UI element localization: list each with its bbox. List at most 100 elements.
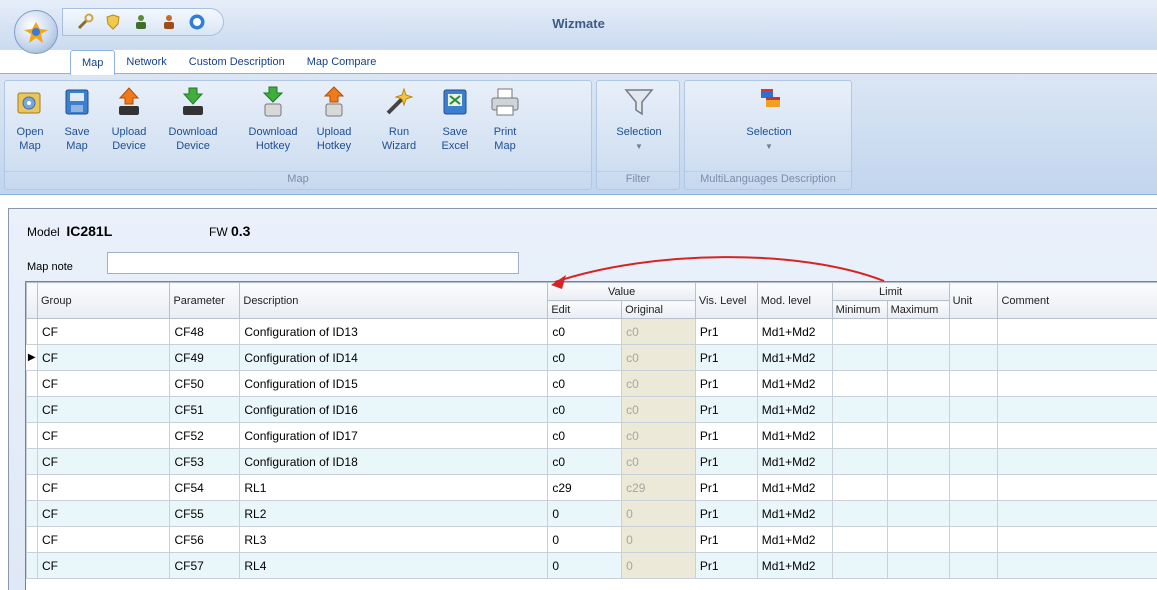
cell-maximum[interactable]: [886, 448, 950, 475]
cell-description[interactable]: Configuration of ID17: [239, 422, 549, 449]
cell-group[interactable]: CF: [36, 396, 171, 423]
cell-comment[interactable]: [997, 448, 1157, 475]
row-selected-marker[interactable]: ▶: [26, 344, 38, 371]
download-device-button[interactable]: Download Device: [161, 85, 225, 165]
cell-edit[interactable]: 0: [547, 500, 623, 527]
table-row[interactable]: CF CF51 Configuration of ID16 c0 c0 Pr1 Md1+Md…: [26, 396, 1157, 423]
cell-minimum[interactable]: [831, 552, 888, 579]
cell-comment[interactable]: [997, 370, 1157, 397]
cell-parameter[interactable]: CF56: [169, 526, 241, 553]
cell-mod-level[interactable]: Md1+Md2: [756, 526, 833, 553]
cell-edit[interactable]: c0: [547, 344, 623, 371]
row-indicator[interactable]: [26, 526, 38, 553]
tab-map-compare[interactable]: Map Compare: [296, 50, 388, 74]
cell-mod-level[interactable]: Md1+Md2: [756, 422, 833, 449]
cell-unit[interactable]: [948, 318, 999, 345]
cell-edit[interactable]: 0: [547, 526, 623, 553]
cell-description[interactable]: Configuration of ID13: [239, 318, 549, 345]
cell-maximum[interactable]: [886, 474, 950, 501]
open-map-button[interactable]: Open Map: [9, 85, 51, 165]
cell-description[interactable]: Configuration of ID14: [239, 344, 549, 371]
column-header-comment[interactable]: Comment: [997, 282, 1157, 319]
column-header-original[interactable]: Original: [621, 300, 696, 319]
cell-minimum[interactable]: [831, 526, 888, 553]
row-indicator[interactable]: [26, 552, 38, 579]
download-hotkey-button[interactable]: Download Hotkey: [241, 85, 305, 165]
tab-custom-description[interactable]: Custom Description: [178, 50, 296, 74]
cell-vis-level[interactable]: Pr1: [694, 474, 758, 501]
table-row[interactable]: CF CF56 RL3 0 0 Pr1 Md1+Md2: [26, 526, 1157, 553]
cell-mod-level[interactable]: Md1+Md2: [756, 474, 833, 501]
cell-group[interactable]: CF: [36, 370, 171, 397]
column-header-parameter[interactable]: Parameter: [169, 282, 241, 319]
cell-comment[interactable]: [997, 552, 1157, 579]
cell-edit[interactable]: c0: [547, 318, 623, 345]
cell-group[interactable]: CF: [36, 344, 171, 371]
cell-description[interactable]: Configuration of ID16: [239, 396, 549, 423]
cell-comment[interactable]: [997, 318, 1157, 345]
cell-description[interactable]: RL1: [239, 474, 549, 501]
cell-unit[interactable]: [948, 448, 999, 475]
run-wizard-button[interactable]: Run Wizard: [373, 85, 425, 165]
cell-description[interactable]: RL2: [239, 500, 549, 527]
cell-maximum[interactable]: [886, 526, 950, 553]
cell-unit[interactable]: [948, 422, 999, 449]
cell-parameter[interactable]: CF51: [169, 396, 241, 423]
table-row[interactable]: CF CF54 RL1 c29 c29 Pr1 Md1+Md2: [26, 474, 1157, 501]
map-note-input[interactable]: [107, 252, 519, 274]
cell-group[interactable]: CF: [36, 526, 171, 553]
cell-minimum[interactable]: [831, 422, 888, 449]
cell-unit[interactable]: [948, 526, 999, 553]
row-indicator[interactable]: [26, 370, 38, 397]
column-header-group[interactable]: Group: [36, 282, 171, 319]
cell-description[interactable]: RL3: [239, 526, 549, 553]
cell-maximum[interactable]: [886, 344, 950, 371]
cell-comment[interactable]: [997, 422, 1157, 449]
column-header-vis-level[interactable]: Vis. Level: [694, 282, 758, 319]
cell-mod-level[interactable]: Md1+Md2: [756, 552, 833, 579]
application-menu-button[interactable]: [14, 10, 58, 54]
cell-vis-level[interactable]: Pr1: [694, 422, 758, 449]
cell-vis-level[interactable]: Pr1: [694, 500, 758, 527]
upload-device-button[interactable]: Upload Device: [103, 85, 155, 165]
cell-mod-level[interactable]: Md1+Md2: [756, 370, 833, 397]
cell-group[interactable]: CF: [36, 500, 171, 527]
cell-mod-level[interactable]: Md1+Md2: [756, 500, 833, 527]
cell-vis-level[interactable]: Pr1: [694, 552, 758, 579]
cell-minimum[interactable]: [831, 474, 888, 501]
table-row[interactable]: CF CF53 Configuration of ID18 c0 c0 Pr1 Md1+Md…: [26, 448, 1157, 475]
cell-unit[interactable]: [948, 396, 999, 423]
cell-maximum[interactable]: [886, 318, 950, 345]
cell-vis-level[interactable]: Pr1: [694, 318, 758, 345]
cell-maximum[interactable]: [886, 500, 950, 527]
cell-vis-level[interactable]: Pr1: [694, 344, 758, 371]
print-map-button[interactable]: Print Map: [481, 85, 529, 165]
row-indicator[interactable]: [26, 422, 38, 449]
cell-comment[interactable]: [997, 526, 1157, 553]
cell-minimum[interactable]: [831, 448, 888, 475]
column-header-maximum[interactable]: Maximum: [886, 300, 950, 319]
upload-hotkey-button[interactable]: Upload Hotkey: [309, 85, 359, 165]
cell-edit[interactable]: c0: [547, 448, 623, 475]
cell-minimum[interactable]: [831, 370, 888, 397]
cell-parameter[interactable]: CF53: [169, 448, 241, 475]
cell-maximum[interactable]: [886, 396, 950, 423]
save-excel-button[interactable]: Save Excel: [433, 85, 477, 165]
cell-maximum[interactable]: [886, 370, 950, 397]
cell-minimum[interactable]: [831, 500, 888, 527]
cell-minimum[interactable]: [831, 344, 888, 371]
cell-mod-level[interactable]: Md1+Md2: [756, 344, 833, 371]
cell-comment[interactable]: [997, 344, 1157, 371]
cell-parameter[interactable]: CF57: [169, 552, 241, 579]
cell-edit[interactable]: c0: [547, 422, 623, 449]
cell-parameter[interactable]: CF55: [169, 500, 241, 527]
cell-parameter[interactable]: CF50: [169, 370, 241, 397]
column-header-mod-level[interactable]: Mod. level: [756, 282, 833, 319]
cell-unit[interactable]: [948, 552, 999, 579]
cell-group[interactable]: CF: [36, 318, 171, 345]
cell-group[interactable]: CF: [36, 552, 171, 579]
cell-minimum[interactable]: [831, 318, 888, 345]
table-row[interactable]: CF CF50 Configuration of ID15 c0 c0 Pr1 Md1+Md…: [26, 370, 1157, 397]
cell-group[interactable]: CF: [36, 448, 171, 475]
language-selection-button[interactable]: Selection ▼: [729, 85, 809, 165]
